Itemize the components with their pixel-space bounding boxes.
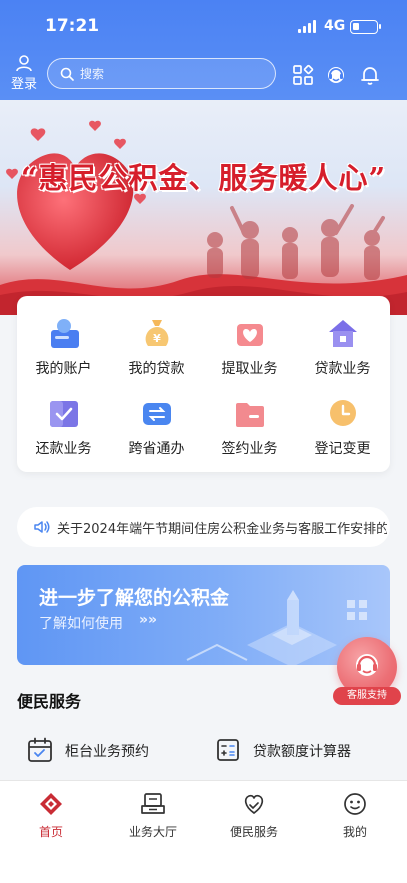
service-label: 贷款业务	[314, 361, 371, 377]
network-type: 4G	[324, 18, 346, 34]
service-withdraw[interactable]: 提取业务	[203, 316, 296, 386]
section-title-convenience: 便民服务	[17, 692, 82, 711]
notice-bar[interactable]: 关于2024年端午节期间住房公积金业务与客服工作安排的通知	[17, 507, 390, 547]
bell-icon[interactable]	[359, 64, 381, 86]
calendar-icon	[28, 737, 52, 762]
service-cross-province[interactable]: 跨省通办	[110, 396, 203, 466]
banner-artwork	[0, 120, 407, 315]
repay-icon	[49, 401, 78, 427]
service-my-account[interactable]: 我的账户	[17, 316, 110, 386]
bottom-tab-bar: 首页 业务大厅 便民服务 我的	[0, 780, 407, 883]
home-logo-icon	[40, 793, 62, 815]
service-signing[interactable]: 签约业务	[203, 396, 296, 466]
cs-label: 客服支持	[333, 687, 401, 705]
counter-appointment-item[interactable]: 柜台业务预约	[27, 735, 197, 767]
loan-calculator-item[interactable]: 贷款额度计算器	[215, 735, 385, 767]
service-label: 我的账户	[35, 361, 92, 377]
login-label: 登录	[10, 77, 37, 92]
service-label: 签约业务	[221, 441, 278, 457]
service-label: 登记变更	[314, 441, 371, 457]
header: 17:21 4G 登录	[0, 0, 407, 100]
service-repay[interactable]: 还款业务	[17, 396, 110, 466]
notice-text: 关于2024年端午节期间住房公积金业务与客服工作安排的通知	[57, 522, 387, 537]
headset-icon[interactable]	[325, 64, 347, 86]
search-icon	[60, 67, 74, 81]
clock-icon	[329, 400, 356, 426]
withdraw-icon	[236, 324, 263, 346]
tab-business-hall[interactable]: 业务大厅	[103, 791, 203, 851]
service-label: 跨省通办	[128, 441, 185, 457]
tab-home[interactable]: 首页	[1, 791, 101, 851]
hall-icon	[141, 793, 165, 814]
service-my-loan[interactable]: ¥ 我的贷款	[110, 316, 203, 386]
signal-icon	[298, 20, 318, 33]
search-box[interactable]	[47, 58, 276, 89]
profile-icon	[344, 793, 366, 815]
conv-item-label: 柜台业务预约	[65, 744, 149, 760]
customer-service-float-button[interactable]: 客服支持	[333, 637, 401, 707]
tab-convenience[interactable]: 便民服务	[204, 791, 304, 851]
service-grid: 我的账户 ¥ 我的贷款 提取业务 贷款业务 还款业务 跨省通办 签约业务 登记变…	[17, 296, 390, 472]
user-icon	[16, 55, 32, 72]
service-label: 提取业务	[221, 361, 278, 377]
tab-label: 便民服务	[229, 825, 278, 839]
login-button[interactable]: 登录	[6, 54, 42, 96]
battery-icon	[350, 20, 381, 34]
service-loan-business[interactable]: 贷款业务	[296, 316, 389, 386]
money-bag-icon: ¥	[145, 320, 168, 346]
status-time: 17:21	[45, 16, 100, 36]
learn-card-title: 进一步了解您的公积金	[39, 587, 230, 609]
headset-icon	[356, 654, 378, 676]
banner[interactable]: “惠民公积金、服务暖人心”	[0, 100, 407, 315]
calculator-icon	[217, 739, 239, 761]
nav-bar: 登录	[0, 52, 407, 100]
learn-card-subtitle: 了解如何使用	[39, 616, 123, 632]
search-input[interactable]	[80, 63, 260, 85]
status-bar: 17:21 4G	[0, 0, 407, 52]
house-icon	[328, 320, 357, 347]
grid-apps-icon[interactable]	[292, 64, 314, 86]
speaker-icon	[34, 521, 50, 533]
service-label: 我的贷款	[128, 361, 185, 377]
tab-label: 我的	[342, 825, 367, 839]
svg-text:¥: ¥	[153, 332, 161, 345]
account-icon	[50, 319, 79, 348]
transfer-icon	[142, 403, 171, 425]
double-chevron-icon: »»	[139, 612, 158, 628]
conv-item-label: 贷款额度计算器	[253, 744, 351, 760]
service-label: 还款业务	[35, 441, 92, 457]
tab-label: 业务大厅	[128, 825, 177, 839]
tab-label: 首页	[38, 825, 63, 839]
heart-hand-icon	[244, 794, 264, 814]
folder-icon	[235, 403, 264, 427]
banner-headline: “惠民公积金、服务暖人心”	[20, 161, 387, 195]
service-registration-change[interactable]: 登记变更	[296, 396, 389, 466]
tab-mine[interactable]: 我的	[305, 791, 405, 851]
